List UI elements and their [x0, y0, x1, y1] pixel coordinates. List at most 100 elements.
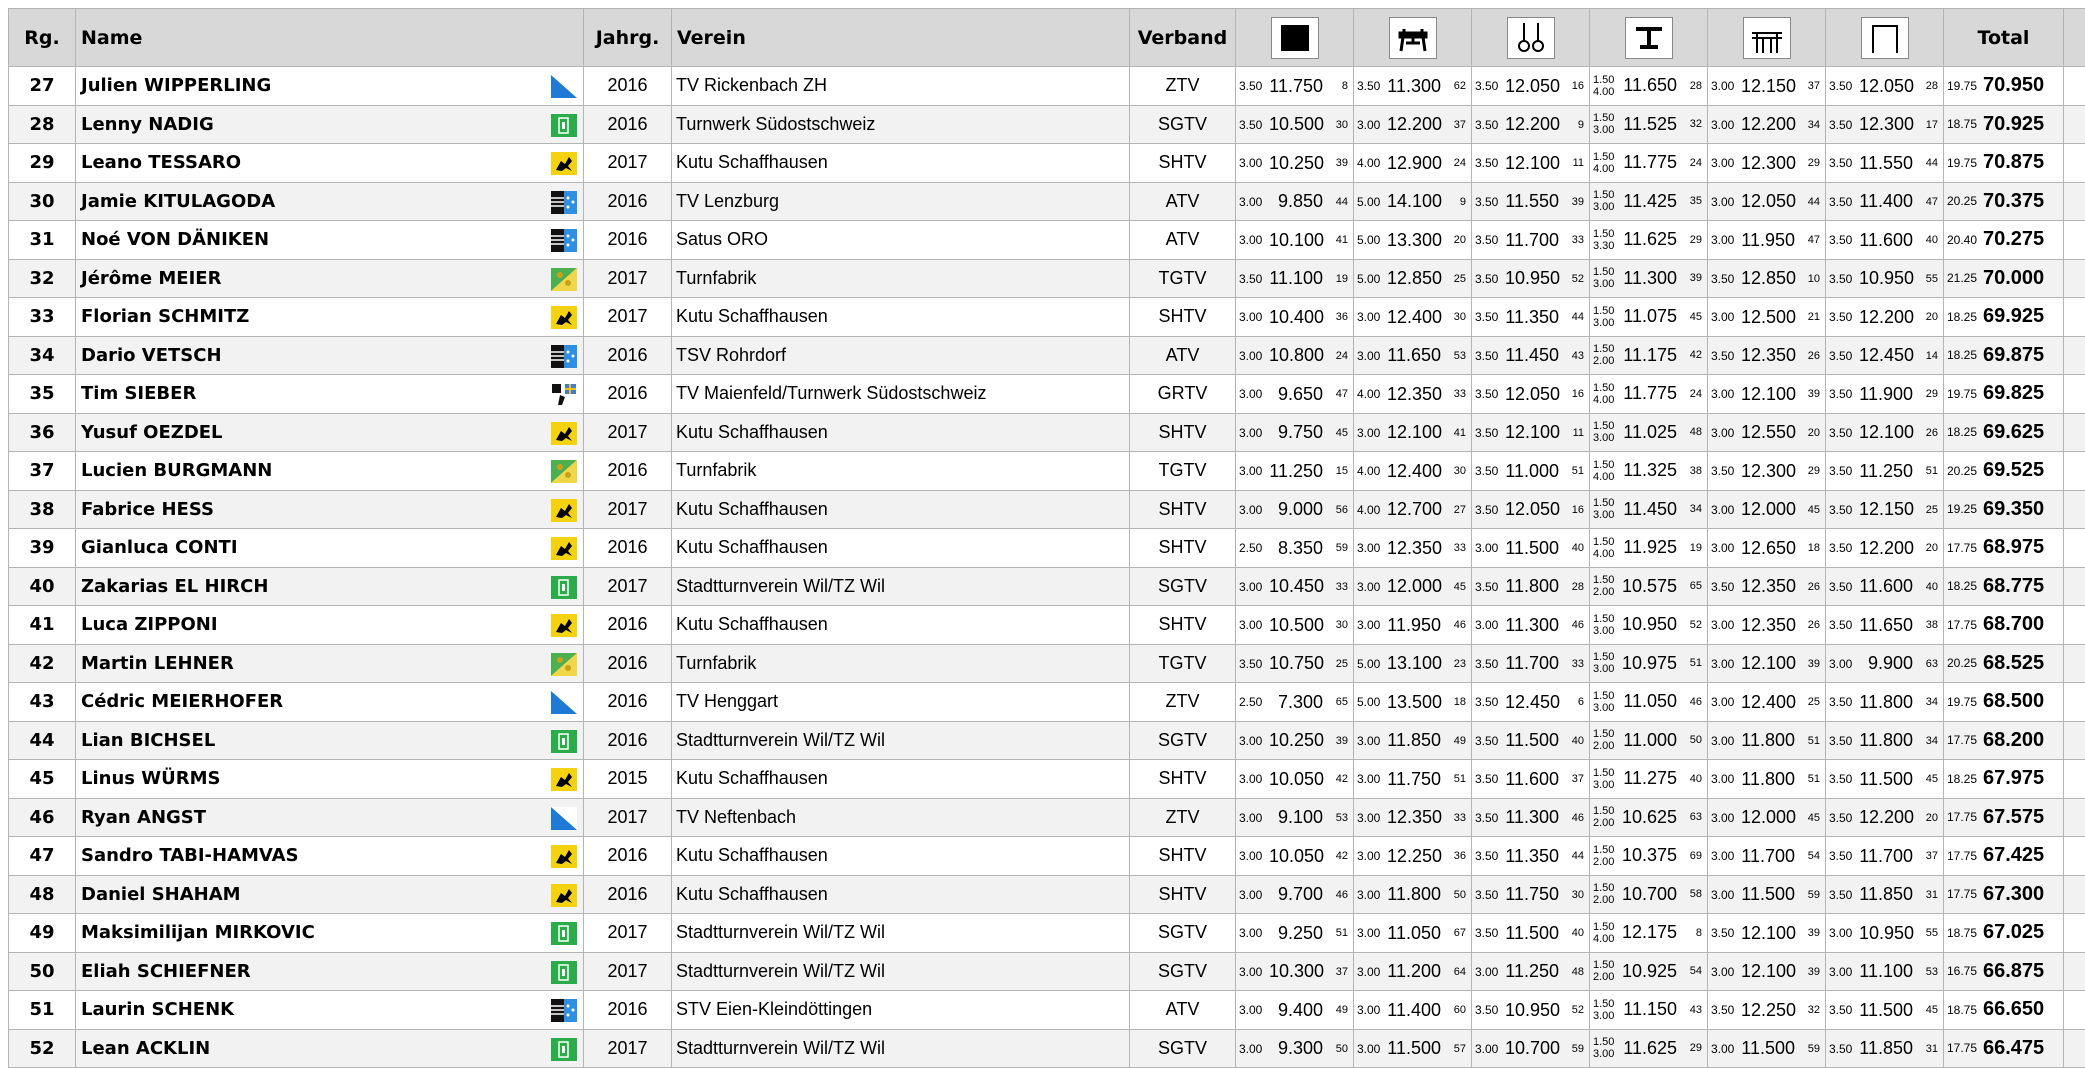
athlete-name[interactable]: Lucien BURGMANN: [81, 460, 272, 481]
athlete-name[interactable]: Daniel SHAHAM: [81, 884, 241, 905]
table-row[interactable]: 27Julien WIPPERLING2016TV Rickenbach ZHZ…: [9, 67, 2085, 106]
apparatus-rank: 51: [1564, 465, 1584, 477]
apparatus-rank: 23: [1446, 658, 1466, 670]
table-row[interactable]: 41Luca ZIPPONI2016Kutu SchaffhausenSHTV3…: [9, 606, 2085, 645]
athlete-name-cell[interactable]: Lian BICHSEL: [76, 721, 584, 760]
athlete-name[interactable]: Martin LEHNER: [81, 653, 234, 674]
table-row[interactable]: 44Lian BICHSEL2016Stadtturnverein Wil/TZ…: [9, 721, 2085, 760]
athlete-name-cell[interactable]: Lean ACKLIN: [76, 1029, 584, 1068]
athlete-name[interactable]: Julien WIPPERLING: [81, 75, 271, 96]
athlete-name-cell[interactable]: Sandro TABI-HAMVAS: [76, 837, 584, 876]
apparatus-score-cell: 5.0013.300 20: [1354, 221, 1472, 260]
athlete-name-cell[interactable]: Lucien BURGMANN: [76, 452, 584, 491]
athlete-name-cell[interactable]: Cédric MEIERHOFER: [76, 683, 584, 722]
table-row[interactable]: 47Sandro TABI-HAMVAS2016Kutu Schaffhause…: [9, 837, 2085, 876]
table-row[interactable]: 32Jérôme MEIER2017TurnfabrikTGTV3.5011.1…: [9, 259, 2085, 298]
header-floor[interactable]: [1236, 9, 1354, 67]
athlete-name-cell[interactable]: Lenny NADIG: [76, 105, 584, 144]
athlete-name[interactable]: Ryan ANGST: [81, 807, 206, 828]
athlete-name[interactable]: Yusuf OEZDEL: [81, 422, 223, 443]
table-row[interactable]: 35Tim SIEBER2016TV Maienfeld/Turnwerk Sü…: [9, 375, 2085, 414]
d-score: 2.50: [1239, 695, 1269, 709]
athlete-name-cell[interactable]: Julien WIPPERLING: [76, 67, 584, 106]
athlete-name[interactable]: Noé VON DÄNIKEN: [81, 229, 269, 250]
athlete-name-cell[interactable]: Yusuf OEZDEL: [76, 413, 584, 452]
athlete-name-cell[interactable]: Martin LEHNER: [76, 644, 584, 683]
athlete-name[interactable]: Gianluca CONTI: [81, 537, 238, 558]
table-row[interactable]: 42Martin LEHNER2016TurnfabrikTGTV3.5010.…: [9, 644, 2085, 683]
athlete-name-cell[interactable]: Maksimilijan MIRKOVIC: [76, 914, 584, 953]
header-year[interactable]: Jahrg.: [584, 9, 672, 67]
athlete-name[interactable]: Maksimilijan MIRKOVIC: [81, 922, 315, 943]
athlete-name-cell[interactable]: Leano TESSARO: [76, 144, 584, 183]
athlete-name-cell[interactable]: Zakarias EL HIRCH: [76, 567, 584, 606]
d-score-2: 3.00: [1593, 317, 1614, 329]
athlete-name-cell[interactable]: Fabrice HESS: [76, 490, 584, 529]
header-club[interactable]: Verein: [672, 9, 1130, 67]
athlete-name[interactable]: Florian SCHMITZ: [81, 306, 249, 327]
table-row[interactable]: 36Yusuf OEZDEL2017Kutu SchaffhausenSHTV3…: [9, 413, 2085, 452]
athlete-name-cell[interactable]: Laurin SCHENK: [76, 991, 584, 1030]
athlete-name-cell[interactable]: Linus WÜRMS: [76, 760, 584, 799]
athlete-name[interactable]: Fabrice HESS: [81, 499, 214, 520]
athlete-name[interactable]: Linus WÜRMS: [81, 768, 220, 789]
table-row[interactable]: 37Lucien BURGMANN2016TurnfabrikTGTV3.001…: [9, 452, 2085, 491]
athlete-name-cell[interactable]: Gianluca CONTI: [76, 529, 584, 568]
header-rank[interactable]: Rg.: [9, 9, 76, 67]
athlete-name[interactable]: Leano TESSARO: [81, 152, 241, 173]
athlete-name[interactable]: Luca ZIPPONI: [81, 614, 218, 635]
athlete-name[interactable]: Cédric MEIERHOFER: [81, 691, 283, 712]
header-vault[interactable]: [1590, 9, 1708, 67]
athlete-name-cell[interactable]: Daniel SHAHAM: [76, 875, 584, 914]
table-row[interactable]: 50Eliah SCHIEFNER2017Stadtturnverein Wil…: [9, 952, 2085, 991]
table-row[interactable]: 38Fabrice HESS2017Kutu SchaffhausenSHTV3…: [9, 490, 2085, 529]
table-row[interactable]: 34Dario VETSCH2016TSV RohrdorfATV3.0010.…: [9, 336, 2085, 375]
table-row[interactable]: 51Laurin SCHENK2016STV Eien-Kleindötting…: [9, 991, 2085, 1030]
birth-year-cell: 2017: [584, 567, 672, 606]
table-row[interactable]: 29Leano TESSARO2017Kutu SchaffhausenSHTV…: [9, 144, 2085, 183]
athlete-name[interactable]: Eliah SCHIEFNER: [81, 961, 251, 982]
header-name[interactable]: Name: [76, 9, 584, 67]
table-row[interactable]: 52Lean ACKLIN2017Stadtturnverein Wil/TZ …: [9, 1029, 2085, 1068]
table-row[interactable]: 39Gianluca CONTI2016Kutu SchaffhausenSHT…: [9, 529, 2085, 568]
table-row[interactable]: 43Cédric MEIERHOFER2016TV HenggartZTV2.5…: [9, 683, 2085, 722]
apparatus-score-cell: 3.009.300 50: [1236, 1029, 1354, 1068]
table-row[interactable]: 40Zakarias EL HIRCH2017Stadtturnverein W…: [9, 567, 2085, 606]
athlete-name-cell[interactable]: Jamie KITULAGODA: [76, 182, 584, 221]
athlete-name-cell[interactable]: Tim SIEBER: [76, 375, 584, 414]
d-score-1: 1.50: [1593, 690, 1614, 702]
athlete-name-cell[interactable]: Eliah SCHIEFNER: [76, 952, 584, 991]
header-rings[interactable]: [1472, 9, 1590, 67]
header-pommel-horse[interactable]: [1354, 9, 1472, 67]
athlete-name[interactable]: Sandro TABI-HAMVAS: [81, 845, 299, 866]
table-row[interactable]: 49Maksimilijan MIRKOVIC2017Stadtturnvere…: [9, 914, 2085, 953]
athlete-name-cell[interactable]: Luca ZIPPONI: [76, 606, 584, 645]
athlete-name[interactable]: Lean ACKLIN: [81, 1038, 210, 1059]
table-row[interactable]: 45Linus WÜRMS2015Kutu SchaffhausenSHTV3.…: [9, 760, 2085, 799]
header-parallel-bars[interactable]: [1708, 9, 1826, 67]
athlete-name[interactable]: Zakarias EL HIRCH: [81, 576, 268, 597]
athlete-name-cell[interactable]: Jérôme MEIER: [76, 259, 584, 298]
d-score: 3.50: [1829, 811, 1859, 825]
table-row[interactable]: 46Ryan ANGST2017TV NeftenbachZTV3.009.10…: [9, 798, 2085, 837]
athlete-name[interactable]: Lenny NADIG: [81, 114, 214, 135]
table-row[interactable]: 31Noé VON DÄNIKEN2016Satus OROATV3.0010.…: [9, 221, 2085, 260]
athlete-name[interactable]: Dario VETSCH: [81, 345, 222, 366]
spacer-cell: [2064, 952, 2085, 991]
athlete-name[interactable]: Jérôme MEIER: [81, 268, 221, 289]
athlete-name-cell[interactable]: Dario VETSCH: [76, 336, 584, 375]
table-row[interactable]: 48Daniel SHAHAM2016Kutu SchaffhausenSHTV…: [9, 875, 2085, 914]
athlete-name-cell[interactable]: Ryan ANGST: [76, 798, 584, 837]
athlete-name[interactable]: Laurin SCHENK: [81, 999, 234, 1020]
header-high-bar[interactable]: [1826, 9, 1944, 67]
athlete-name-cell[interactable]: Noé VON DÄNIKEN: [76, 221, 584, 260]
header-federation[interactable]: Verband: [1130, 9, 1236, 67]
table-row[interactable]: 30Jamie KITULAGODA2016TV LenzburgATV3.00…: [9, 182, 2085, 221]
table-row[interactable]: 33Florian SCHMITZ2017Kutu SchaffhausenSH…: [9, 298, 2085, 337]
athlete-name[interactable]: Tim SIEBER: [81, 383, 196, 404]
header-total[interactable]: Total: [1944, 9, 2064, 67]
athlete-name[interactable]: Jamie KITULAGODA: [81, 191, 275, 212]
athlete-name-cell[interactable]: Florian SCHMITZ: [76, 298, 584, 337]
athlete-name[interactable]: Lian BICHSEL: [81, 730, 215, 751]
table-row[interactable]: 28Lenny NADIG2016Turnwerk SüdostschweizS…: [9, 105, 2085, 144]
